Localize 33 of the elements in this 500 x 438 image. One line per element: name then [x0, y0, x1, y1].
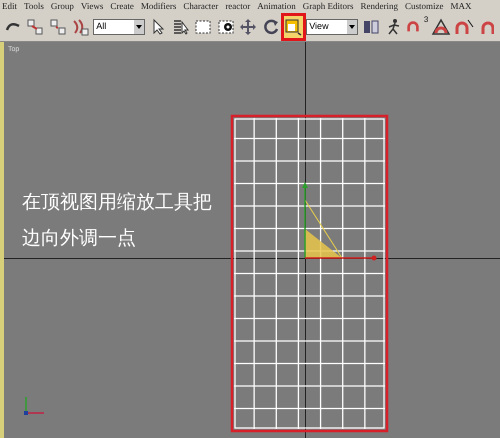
menu-item[interactable]: Edit [2, 2, 17, 10]
caret-icon [347, 20, 358, 34]
caret-icon [134, 20, 144, 34]
toolbar-button[interactable]: 3 [406, 16, 428, 38]
window-crossing-icon [216, 18, 235, 36]
menu-item[interactable]: Animation [257, 2, 296, 10]
percent-magnet-icon [454, 18, 474, 36]
dropdown[interactable]: View [306, 18, 358, 34]
toolbar-button[interactable] [284, 16, 304, 38]
dashed-rectangle-icon [194, 18, 212, 36]
rotate-icon [262, 18, 280, 36]
menu-item[interactable]: Rendering [360, 2, 398, 10]
menu-item[interactable]: Customize [405, 2, 444, 10]
menu-item[interactable]: Create [110, 2, 134, 10]
menu-item[interactable]: MAX [450, 2, 472, 10]
select-by-name-icon [172, 18, 190, 36]
dropdown[interactable]: All [93, 18, 146, 34]
mirror-icon [362, 18, 380, 36]
menu-item[interactable]: Tools [24, 2, 44, 10]
unlink-icon [48, 18, 67, 36]
scale-icon [284, 18, 302, 36]
menu-item[interactable]: reactor [225, 2, 250, 10]
menu-item[interactable]: Graph Editors [302, 2, 354, 10]
link-icon [26, 18, 44, 36]
move-icon [239, 18, 258, 36]
menu-item[interactable]: Views [80, 2, 104, 10]
annotation-text: 边向外调一点 [22, 226, 137, 250]
menu-item[interactable]: Modifiers [140, 2, 176, 10]
annotation-text: 在顶视图用缩放工具把 [22, 190, 212, 214]
menu-item[interactable]: Character [183, 2, 218, 10]
bind-icon [71, 18, 90, 36]
angle-snap-icon [431, 18, 452, 36]
menu-item[interactable]: Group [50, 2, 74, 10]
